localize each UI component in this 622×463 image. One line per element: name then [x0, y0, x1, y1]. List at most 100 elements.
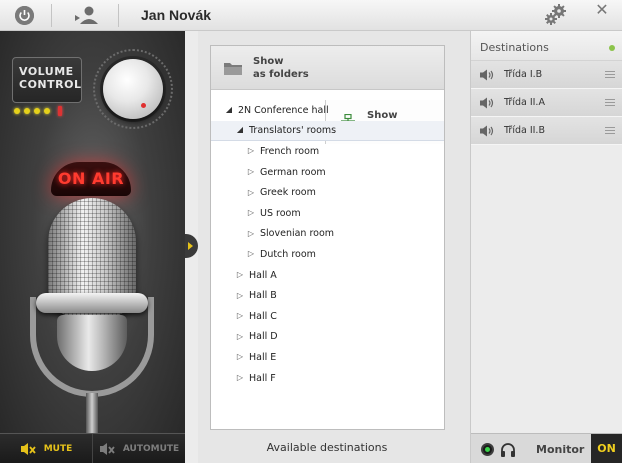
- volume-led: [14, 108, 20, 114]
- headphones-icon: [501, 443, 515, 457]
- divider: [51, 4, 52, 27]
- tree-node-label: French room: [260, 145, 320, 157]
- available-destinations-label: Available destinations: [266, 441, 388, 454]
- tree-node-label: Greek room: [260, 187, 316, 199]
- destinations-tree: ◢ 2N Conference hall ◢ Translators' room…: [211, 100, 444, 388]
- volume-led-peak: [58, 106, 62, 116]
- tree-node-label: Translators' rooms: [249, 124, 337, 136]
- collapsed-arrow-icon[interactable]: ▷: [246, 188, 256, 197]
- tree-node-hall[interactable]: ▷ Hall D: [211, 327, 444, 348]
- on-air-indicator: ON AIR: [51, 162, 131, 196]
- volume-level-leds: [14, 106, 62, 116]
- available-destinations-panel: Show as folders Show as tree ◢ 2: [198, 31, 470, 463]
- microphone-stand: [86, 393, 98, 433]
- volume-control-label: VOLUME CONTROL: [19, 65, 82, 91]
- tree-node-room[interactable]: ▷ Dutch room: [211, 244, 444, 265]
- drag-handle-icon[interactable]: [605, 99, 615, 106]
- collapsed-arrow-icon[interactable]: ▷: [246, 229, 256, 238]
- power-icon[interactable]: [15, 6, 34, 25]
- destinations-title: Destinations: [480, 41, 549, 54]
- destination-item[interactable]: Třída I.B: [471, 61, 622, 89]
- expanded-arrow-icon[interactable]: ◢: [224, 106, 234, 114]
- tree-node-label: 2N Conference hall: [238, 104, 329, 116]
- speaker-icon: [480, 125, 494, 136]
- tree-node-hall[interactable]: ▷ Hall C: [211, 306, 444, 327]
- speaker-automute-icon: [99, 442, 115, 455]
- drag-handle-icon[interactable]: [605, 127, 615, 134]
- tree-node-room[interactable]: ▷ German room: [211, 162, 444, 183]
- volume-led: [34, 108, 40, 114]
- destination-item[interactable]: Třída II.A: [471, 89, 622, 117]
- collapsed-arrow-icon[interactable]: ▷: [235, 374, 245, 382]
- tree-node-hall[interactable]: ▷ Hall F: [211, 368, 444, 389]
- tree-node-hall[interactable]: ▷ Hall B: [211, 285, 444, 306]
- collapse-panel-toggle[interactable]: [185, 234, 198, 258]
- user-name: Jan Novák: [141, 7, 212, 23]
- volume-led: [44, 108, 50, 114]
- tree-node-room[interactable]: ▷ Slovenian room: [211, 224, 444, 245]
- expanded-arrow-icon[interactable]: ◢: [235, 126, 245, 134]
- user-switch-icon[interactable]: [74, 5, 100, 25]
- collapsed-arrow-icon[interactable]: ▷: [246, 209, 256, 217]
- destination-label: Třída II.A: [504, 97, 545, 108]
- on-air-label: ON AIR: [57, 169, 125, 188]
- collapsed-arrow-icon[interactable]: ▷: [246, 250, 256, 258]
- monitor-status-led: [481, 443, 494, 456]
- automute-button[interactable]: AUTOMUTE: [93, 434, 185, 463]
- destination-label: Třída II.B: [504, 125, 545, 136]
- collapsed-arrow-icon[interactable]: ▷: [246, 168, 256, 176]
- tree-node-label: Hall C: [249, 310, 277, 322]
- tree-node-hall[interactable]: ▷ Hall E: [211, 347, 444, 368]
- collapsed-arrow-icon[interactable]: ▷: [235, 332, 245, 341]
- speaker-mute-icon: [20, 442, 36, 455]
- divider: [118, 4, 119, 27]
- speaker-icon: [480, 97, 494, 108]
- collapsed-arrow-icon[interactable]: ▷: [235, 353, 245, 361]
- close-icon[interactable]: ✕: [594, 2, 610, 18]
- folder-icon: [224, 63, 242, 75]
- collapsed-arrow-icon[interactable]: ▷: [235, 291, 245, 300]
- destination-item[interactable]: Třída II.B: [471, 117, 622, 145]
- view-toggle: Show as folders Show as tree: [211, 46, 444, 144]
- show-as-folders-label: Show as folders: [253, 56, 309, 80]
- show-as-folders-button[interactable]: Show as folders: [211, 46, 325, 90]
- destination-label: Třída I.B: [504, 69, 543, 80]
- destinations-header: Destinations: [471, 31, 622, 61]
- tree-node-room[interactable]: ▷ French room: [211, 141, 444, 162]
- tree-node-label: Hall D: [249, 331, 278, 343]
- destinations-tree-box: Show as folders Show as tree ◢ 2: [210, 45, 445, 430]
- tree-node-label: German room: [260, 166, 326, 178]
- monitor-bar: Monitor ON: [471, 433, 622, 463]
- automute-label: AUTOMUTE: [122, 443, 180, 454]
- collapsed-arrow-icon[interactable]: ▷: [246, 147, 256, 155]
- tree-node-label: Slovenian room: [260, 228, 335, 240]
- volume-knob[interactable]: [103, 59, 163, 119]
- destinations-list: Třída I.B Třída II.A Třída II.B: [471, 61, 622, 145]
- tree-node-room[interactable]: ▷ US room: [211, 203, 444, 224]
- tree-node-translators-rooms[interactable]: ◢ Translators' rooms: [211, 120, 444, 142]
- microphone-band: [36, 293, 148, 313]
- status-dot-icon: [609, 45, 615, 51]
- mic-buttons: MUTE AUTOMUTE: [0, 433, 185, 463]
- speaker-icon: [480, 69, 494, 80]
- drag-handle-icon[interactable]: [605, 71, 615, 78]
- tree-node-root[interactable]: ◢ 2N Conference hall: [211, 100, 444, 121]
- mute-label: MUTE: [43, 443, 73, 454]
- mute-button[interactable]: MUTE: [0, 434, 93, 463]
- monitor-on-toggle[interactable]: ON: [591, 434, 622, 463]
- tree-node-label: Hall B: [249, 290, 277, 302]
- tree-node-room[interactable]: ▷ Greek room: [211, 182, 444, 203]
- tree-node-label: US room: [260, 207, 301, 219]
- tree-node-label: Hall F: [249, 372, 276, 384]
- tree-node-hall[interactable]: ▷ Hall A: [211, 265, 444, 286]
- tree-node-label: Dutch room: [260, 248, 316, 260]
- settings-gear-icon[interactable]: [544, 3, 568, 27]
- collapsed-arrow-icon[interactable]: ▷: [235, 271, 245, 279]
- microphone-panel: VOLUME CONTROL ON AIR MUTE AUTOMUTE: [0, 31, 185, 463]
- destinations-panel: Destinations Třída I.B Třída II.A Třída …: [470, 31, 622, 463]
- app-window: Jan Novák ✕ VOLUME CONTROL ON AIR MUTE A…: [0, 0, 622, 463]
- volume-led: [24, 108, 30, 114]
- tree-node-label: Hall E: [249, 351, 277, 363]
- collapsed-arrow-icon[interactable]: ▷: [235, 312, 245, 320]
- monitor-label: Monitor: [536, 443, 585, 456]
